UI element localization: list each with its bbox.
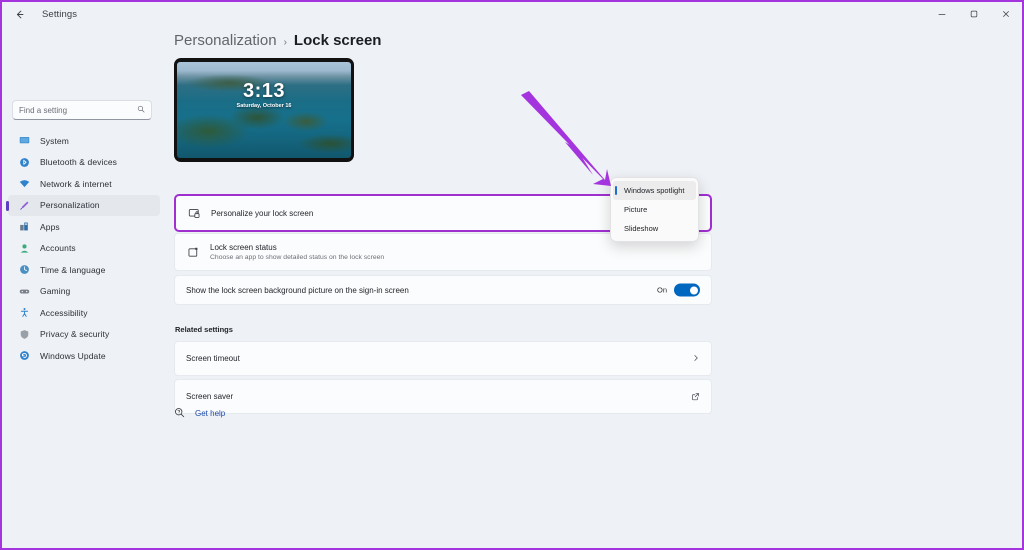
help-icon [174, 407, 185, 420]
monitor-lock-icon [187, 206, 202, 221]
title-bar: Settings [2, 2, 1022, 26]
sidebar-item-label: Accessibility [40, 307, 88, 318]
sidebar-item-bluetooth-devices[interactable]: Bluetooth & devices [8, 152, 160, 174]
sidebar-item-label: Personalization [40, 200, 100, 211]
sidebar-item-label: Bluetooth & devices [40, 157, 118, 168]
lock-screen-status-label: Lock screen status [210, 242, 277, 252]
breadcrumb-parent-link[interactable]: Personalization [174, 32, 277, 49]
preview-clock: 3:13 [242, 80, 286, 102]
clock-globe-icon [18, 263, 31, 276]
sidebar-item-label: System [40, 135, 69, 146]
sidebar-item-accounts[interactable]: Accounts [8, 238, 160, 260]
search-input[interactable] [19, 105, 137, 115]
row-content: Screen timeout [175, 342, 711, 375]
apps-icon [18, 220, 31, 233]
accessibility-icon [18, 306, 31, 319]
get-help-label: Get help [195, 409, 226, 418]
sidebar-item-time-language[interactable]: Time & language [8, 259, 160, 281]
sidebar-item-label: Gaming [40, 286, 71, 297]
bluetooth-icon [18, 156, 31, 169]
breadcrumb: Personalization › Lock screen [174, 32, 381, 49]
chevron-right-icon: › [283, 37, 287, 48]
chevron-right-icon [692, 354, 700, 364]
related-settings-heading: Related settings [175, 325, 233, 334]
personalize-lock-screen-dropdown[interactable]: Windows spotlight Picture Slideshow [610, 177, 699, 242]
sidebar-item-label: Apps [40, 221, 60, 232]
dropdown-option-windows-spotlight[interactable]: Windows spotlight [613, 181, 696, 200]
sidebar-item-label: Windows Update [40, 350, 106, 361]
settings-window: Settings Find a setting System Bluetooth… [0, 0, 1024, 550]
row-texts: Lock screen status Choose an app to show… [210, 243, 384, 262]
dropdown-option-label: Windows spotlight [624, 186, 685, 195]
minimize-button[interactable] [926, 2, 958, 26]
person-icon [18, 242, 31, 255]
row-content: Screen saver [175, 380, 711, 413]
shield-icon [18, 328, 31, 341]
preview-date: Saturday, October 16 [236, 103, 292, 109]
maximize-button[interactable] [958, 2, 990, 26]
signin-background-label: Show the lock screen background picture … [186, 285, 409, 295]
dropdown-option-picture[interactable]: Picture [613, 200, 696, 219]
get-help-link[interactable]: Get help [174, 407, 225, 420]
sidebar-item-label: Accounts [40, 243, 76, 254]
sidebar-nav: System Bluetooth & devices Network & int… [2, 130, 168, 367]
sidebar-item-apps[interactable]: Apps [8, 216, 160, 238]
sidebar-item-label: Network & internet [40, 178, 112, 189]
sidebar-item-system[interactable]: System [8, 130, 160, 152]
toggle-state-label: On [656, 285, 667, 295]
row-right: On [656, 283, 700, 297]
wifi-icon [18, 177, 31, 190]
back-arrow-icon[interactable] [6, 4, 32, 24]
personalize-label: Personalize your lock screen [211, 208, 314, 218]
row-content: Show the lock screen background picture … [175, 276, 711, 304]
sidebar-item-windows-update[interactable]: Windows Update [8, 345, 160, 367]
sidebar-item-network-internet[interactable]: Network & internet [8, 173, 160, 195]
gamepad-icon [18, 285, 31, 298]
screen-saver-row[interactable]: Screen saver [174, 379, 712, 414]
sidebar-item-label: Privacy & security [40, 329, 110, 340]
lock-screen-preview: 3:13 Saturday, October 16 [174, 58, 354, 162]
sidebar-item-label: Time & language [40, 264, 106, 275]
external-link-icon [691, 388, 700, 406]
update-icon [18, 349, 31, 362]
row-right [691, 388, 700, 406]
search-box[interactable] [12, 100, 152, 120]
sidebar-item-gaming[interactable]: Gaming [8, 281, 160, 303]
lock-screen-status-description: Choose an app to show detailed status on… [210, 254, 385, 262]
signin-background-row[interactable]: Show the lock screen background picture … [174, 275, 712, 305]
search-icon [137, 105, 145, 115]
preview-image: 3:13 Saturday, October 16 [177, 62, 351, 158]
row-right [692, 354, 700, 364]
content-area: Personalization › Lock screen 3:13 Satur… [168, 26, 1022, 548]
screen-saver-label: Screen saver [186, 392, 234, 401]
sidebar: System Bluetooth & devices Network & int… [2, 26, 168, 548]
sidebar-item-accessibility[interactable]: Accessibility [8, 302, 160, 324]
dropdown-option-slideshow[interactable]: Slideshow [613, 219, 696, 238]
sidebar-item-personalization[interactable]: Personalization [6, 194, 160, 216]
window-title: Settings [42, 8, 78, 20]
monitor-icon [18, 134, 31, 147]
dropdown-option-label: Slideshow [624, 224, 659, 233]
screen-timeout-label: Screen timeout [186, 354, 240, 363]
signin-background-toggle[interactable] [674, 283, 700, 297]
sidebar-item-privacy-security[interactable]: Privacy & security [8, 324, 160, 346]
dropdown-option-label: Picture [624, 205, 648, 214]
close-button[interactable] [990, 2, 1022, 26]
screen-timeout-row[interactable]: Screen timeout [174, 341, 712, 376]
paintbrush-icon [18, 199, 31, 212]
status-square-icon [186, 245, 201, 260]
page-title: Lock screen [293, 32, 382, 49]
